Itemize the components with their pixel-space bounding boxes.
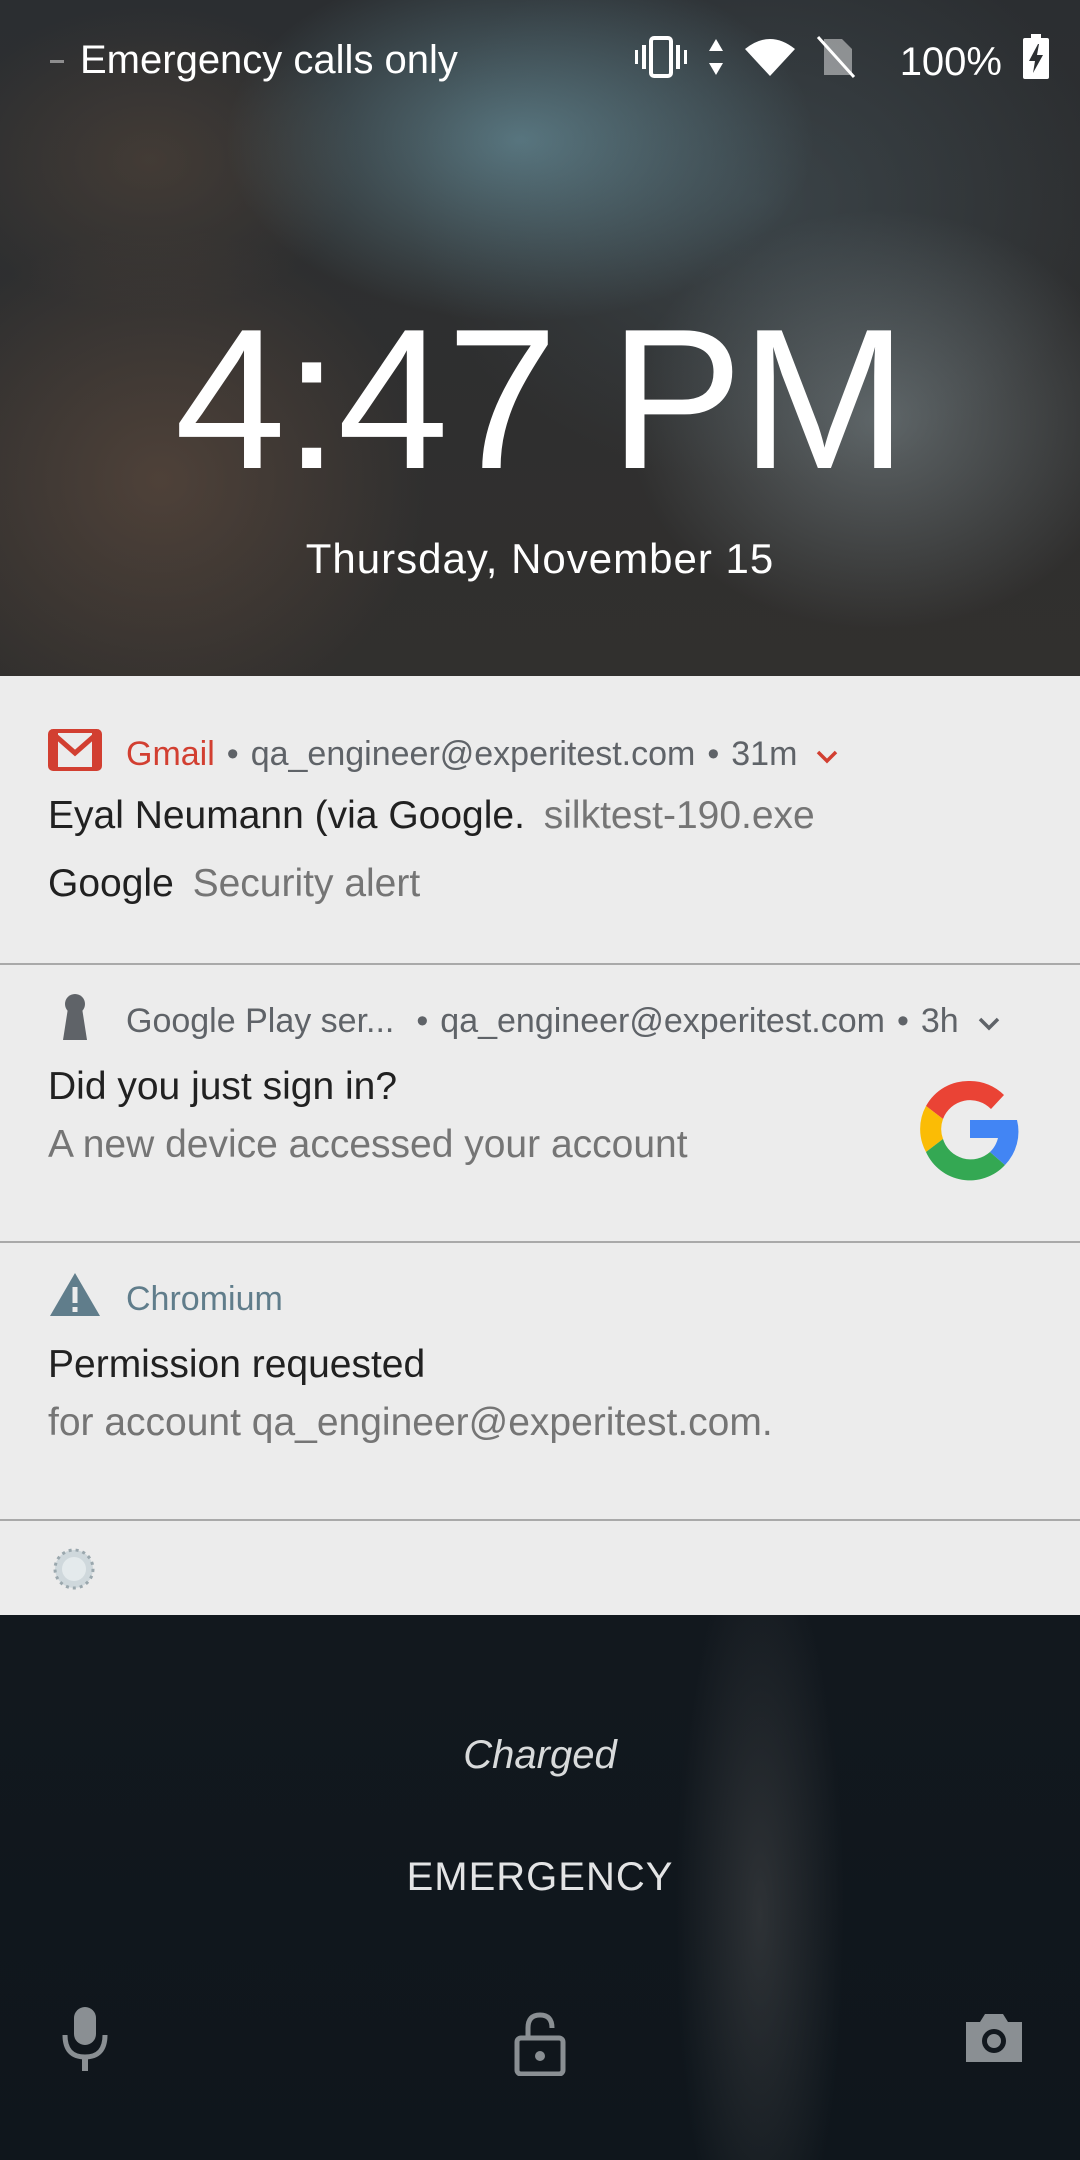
separator-dot: •	[226, 734, 239, 773]
status-bar: Emergency calls only 100%	[0, 0, 1080, 120]
data-arrows-icon	[708, 37, 724, 87]
notification-text: for account qa_engineer@experitest.com.	[48, 1401, 773, 1444]
message-subject: Security alert	[192, 862, 421, 905]
vibrate-icon	[634, 35, 688, 89]
emergency-button[interactable]: EMERGENCY	[0, 1855, 1080, 1900]
battery-charging-icon	[1022, 34, 1050, 90]
notification-time: 3h	[920, 1001, 959, 1040]
notification-app-name: Chromium	[126, 1279, 283, 1318]
notification-account: qa_engineer@experitest.com	[250, 734, 696, 773]
notification-message-line: Google Security alert	[48, 862, 420, 906]
notification-overflow-row	[0, 1521, 1080, 1615]
notification-header: Gmail • qa_engineer@experitest.com • 31m	[48, 728, 839, 780]
notification-app-name: Google Play ser...	[126, 1001, 395, 1040]
battery-percent: 100%	[899, 39, 1002, 84]
expand-chevron-icon[interactable]	[977, 1002, 1001, 1041]
notification-text: A new device accessed your account	[48, 1123, 688, 1166]
message-sender: Google	[48, 862, 174, 905]
notification-account: qa_engineer@experitest.com	[440, 1001, 885, 1040]
notification-title: Did you just sign in?	[48, 1065, 398, 1108]
notification-app-name: Gmail	[126, 734, 215, 773]
warning-icon	[48, 1271, 102, 1328]
message-sender: Eyal Neumann (via Google.	[48, 794, 525, 837]
separator-dot: •	[416, 1001, 429, 1040]
notification-chromium[interactable]: Chromium Permission requested for accoun…	[0, 1243, 1080, 1521]
notification-google-play-services[interactable]: Google Play ser... • qa_engineer@experit…	[0, 965, 1080, 1243]
lock-icon[interactable]	[514, 2010, 566, 2081]
lockscreen-date: Thursday, November 15	[305, 535, 775, 582]
notification-header: Google Play ser... • qa_engineer@experit…	[48, 993, 1001, 1045]
status-icons: 100%	[634, 34, 1050, 90]
gmail-icon	[48, 728, 102, 780]
carrier-indicator	[50, 60, 64, 63]
keyhole-icon	[48, 992, 102, 1051]
loading-spinner-icon	[52, 1547, 96, 1596]
lock-screen: Emergency calls only 100% 4:47 PM Thursd…	[0, 0, 1080, 2160]
wifi-icon	[744, 37, 796, 87]
notification-header: Chromium	[48, 1272, 283, 1323]
lockscreen-clock: 4:47 PM	[174, 288, 908, 511]
carrier-status: Emergency calls only	[80, 38, 458, 82]
notification-message-line: Eyal Neumann (via Google. silktest-190.e…	[48, 794, 815, 838]
notification-list: Gmail • qa_engineer@experitest.com • 31m…	[0, 676, 1080, 1615]
no-sim-icon	[816, 35, 856, 89]
camera-icon[interactable]	[962, 2010, 1026, 2071]
microphone-icon[interactable]	[60, 2005, 110, 2080]
charging-status: Charged	[463, 1733, 617, 1777]
notification-gmail[interactable]: Gmail • qa_engineer@experitest.com • 31m…	[0, 676, 1080, 965]
separator-dot: •	[707, 734, 720, 773]
notification-time: 31m	[731, 734, 798, 773]
separator-dot: •	[896, 1001, 909, 1040]
google-g-logo	[910, 1069, 1030, 1194]
message-subject: silktest-190.exe	[543, 794, 815, 837]
expand-chevron-icon[interactable]	[815, 735, 839, 774]
notification-title: Permission requested	[48, 1343, 426, 1386]
